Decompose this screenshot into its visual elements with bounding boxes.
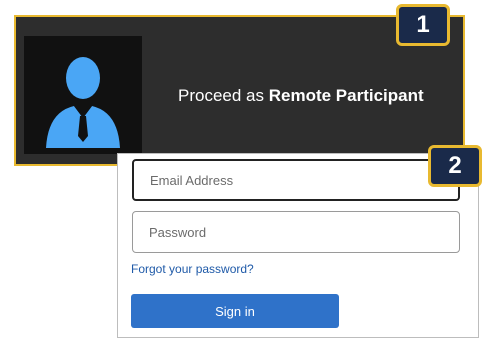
step-2-badge: 2 [428, 145, 482, 187]
login-form: Forgot your password? Sign in [117, 153, 479, 338]
avatar [24, 36, 142, 154]
proceed-as-label: Proceed as Remote Participant [178, 86, 424, 105]
user-avatar-icon [46, 57, 120, 148]
step-1-badge: 1 [396, 4, 450, 46]
role-name: Remote Participant [268, 86, 424, 105]
forgot-password-link[interactable]: Forgot your password? [131, 262, 254, 276]
sign-in-button[interactable]: Sign in [131, 294, 339, 328]
password-field[interactable] [132, 211, 460, 253]
email-field[interactable] [132, 159, 460, 201]
